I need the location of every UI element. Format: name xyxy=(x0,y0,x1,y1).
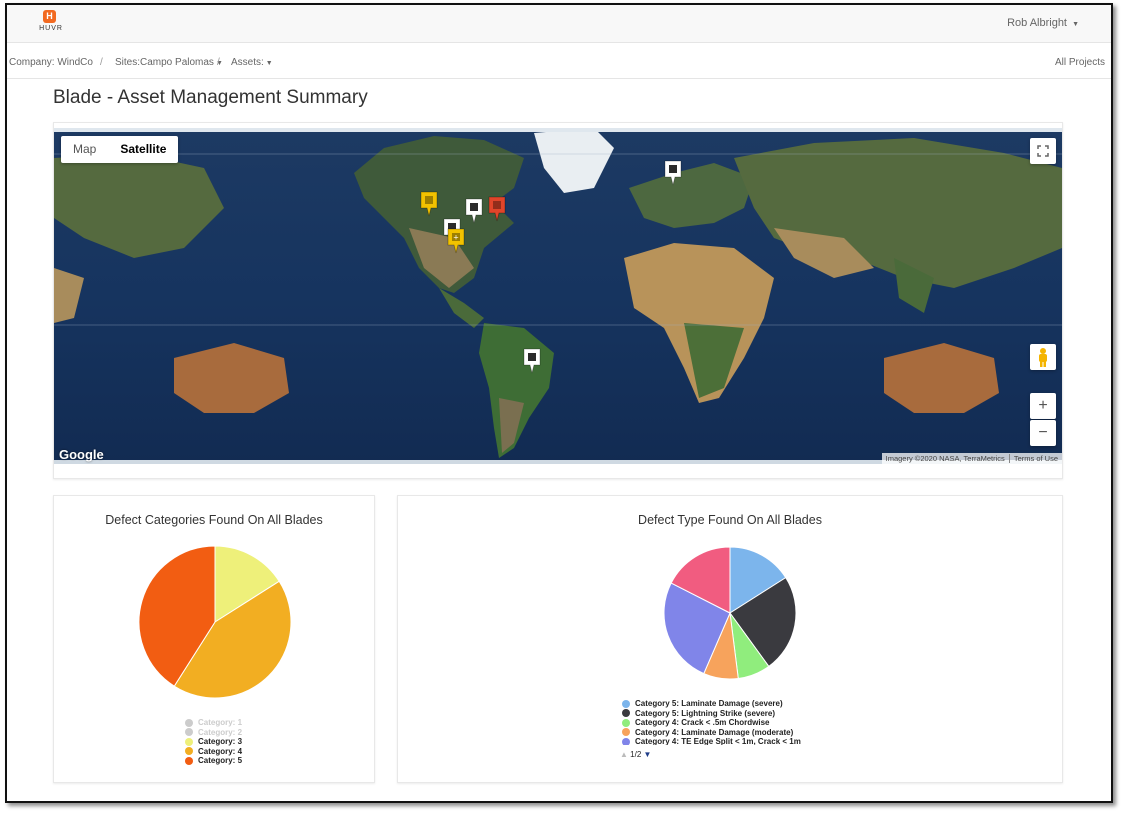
app-window: H HUVR Rob Albright ▼ Company: WindCo / … xyxy=(5,3,1113,803)
zoom-out-button[interactable]: − xyxy=(1030,420,1056,446)
satellite-imagery xyxy=(54,128,1062,464)
legend-label: Category: 4 xyxy=(198,746,243,756)
breadcrumb-company[interactable]: Company: WindCo xyxy=(9,57,93,68)
legend-swatch-icon xyxy=(185,747,193,756)
user-name: Rob Albright xyxy=(1007,17,1067,29)
defect-categories-card: Defect Categories Found On All Blades Ca… xyxy=(53,495,375,783)
legend-swatch-icon xyxy=(622,728,630,737)
defect-categories-title: Defect Categories Found On All Blades xyxy=(105,513,323,527)
legend-item[interactable]: Category 5: Lightning Strike (severe) xyxy=(622,709,801,719)
legend-swatch-icon xyxy=(185,718,193,727)
map-type-control: Map Satellite xyxy=(61,136,179,163)
legend-item[interactable]: Category: 2 xyxy=(185,728,242,738)
legend-item[interactable]: Category 4: TE Edge Split < 1m, Crack < … xyxy=(622,737,801,745)
legend-swatch-icon xyxy=(622,709,630,718)
legend-label: Category: 1 xyxy=(198,718,243,727)
legend-label: Category: 2 xyxy=(198,727,243,737)
legend-swatch-icon xyxy=(622,699,630,708)
legend-item[interactable]: Category 5: Laminate Damage (severe) xyxy=(622,699,801,709)
imagery-credit: Imagery ©2020 NASA, TerraMetrics xyxy=(885,454,1005,463)
zoom-in-button[interactable]: + xyxy=(1030,393,1056,419)
legend-label: Category 5: Laminate Damage (severe) xyxy=(635,699,783,708)
map-marker-icon[interactable] xyxy=(420,191,438,217)
map-marker-icon[interactable]: + xyxy=(447,228,465,254)
breadcrumb-separator: / xyxy=(217,57,220,68)
top-navbar: H HUVR Rob Albright ▼ xyxy=(7,5,1111,43)
legend-item[interactable]: Category: 3 xyxy=(185,737,242,747)
legend-pager: ▲ 1/2 ▼ xyxy=(620,750,651,759)
fullscreen-icon xyxy=(1037,145,1049,157)
logo-icon: H xyxy=(43,10,56,23)
svg-text:+: + xyxy=(453,233,458,243)
pegman-icon xyxy=(1039,348,1047,367)
breadcrumb-assets-dropdown[interactable]: Assets: ▼ xyxy=(231,57,273,68)
defect-types-card: Defect Type Found On All Blades Category… xyxy=(397,495,1063,783)
huvr-logo[interactable]: H HUVR xyxy=(34,10,68,38)
map-marker-icon[interactable] xyxy=(465,198,483,224)
page-title: Blade - Asset Management Summary xyxy=(53,87,368,108)
caret-down-icon: ▼ xyxy=(265,60,273,67)
legend-label: Category 4: Laminate Damage (moderate) xyxy=(635,727,794,737)
logo-text: HUVR xyxy=(39,25,63,32)
map-view[interactable]: Map Satellite + − + Google Imagery ©2020… xyxy=(54,128,1062,464)
legend-label: Category 4: TE Edge Split < 1m, Crack < … xyxy=(635,737,801,745)
legend-swatch-icon xyxy=(622,737,630,745)
map-marker-icon[interactable] xyxy=(488,196,506,222)
legend-swatch-icon xyxy=(622,718,630,727)
caret-down-icon: ▼ xyxy=(1072,21,1079,28)
all-projects-link[interactable]: All Projects xyxy=(1055,57,1105,68)
legend-item[interactable]: Category 4: Laminate Damage (moderate) xyxy=(622,728,801,738)
defect-types-pie xyxy=(663,546,797,680)
breadcrumb-sites-dropdown[interactable]: Sites:Campo Palomas ▼ xyxy=(115,57,223,68)
map-type-satellite-button[interactable]: Satellite xyxy=(108,136,178,163)
map-marker-icon[interactable] xyxy=(523,348,541,374)
legend-label: Category: 3 xyxy=(198,737,243,746)
legend-item[interactable]: Category: 5 xyxy=(185,756,242,766)
map-marker-icon[interactable] xyxy=(664,160,682,186)
legend-item[interactable]: Category: 1 xyxy=(185,718,242,728)
user-menu[interactable]: Rob Albright ▼ xyxy=(1007,17,1079,29)
pager-text: 1/2 xyxy=(630,750,642,759)
google-logo: Google xyxy=(59,447,104,462)
legend-label: Category 4: Crack < .5m Chordwise xyxy=(635,718,770,727)
legend-label: Category 5: Lightning Strike (severe) xyxy=(635,708,776,718)
legend-swatch-icon xyxy=(185,728,193,737)
map-type-map-button[interactable]: Map xyxy=(61,136,108,163)
legend-item[interactable]: Category: 4 xyxy=(185,747,242,757)
legend-swatch-icon xyxy=(185,756,193,765)
terms-of-use-link[interactable]: Terms of Use xyxy=(1008,454,1058,463)
defect-types-title: Defect Type Found On All Blades xyxy=(638,513,822,527)
street-view-pegman[interactable] xyxy=(1030,344,1056,370)
defect-categories-pie xyxy=(138,545,292,699)
defect-categories-legend: Category: 1 Category: 2 Category: 3 Categor… xyxy=(185,718,242,766)
breadcrumb-separator: / xyxy=(100,57,103,68)
map-attribution: Imagery ©2020 NASA, TerraMetrics Terms of… xyxy=(881,453,1062,464)
breadcrumb-sites-label: Sites:Campo Palomas xyxy=(115,57,214,68)
breadcrumb: Company: WindCo / Sites:Campo Palomas ▼ /… xyxy=(7,46,1111,79)
breadcrumb-assets-label: Assets: xyxy=(231,57,264,68)
legend-swatch-icon xyxy=(185,737,193,746)
pager-up-arrow-icon[interactable]: ▲ xyxy=(620,750,628,759)
legend-label: Category: 5 xyxy=(198,756,243,765)
fullscreen-button[interactable] xyxy=(1030,138,1056,164)
legend-item[interactable]: Category 4: Crack < .5m Chordwise xyxy=(622,718,801,728)
defect-types-legend: Category 5: Laminate Damage (severe) Cate… xyxy=(622,699,801,745)
pager-down-arrow-icon[interactable]: ▼ xyxy=(644,750,652,759)
